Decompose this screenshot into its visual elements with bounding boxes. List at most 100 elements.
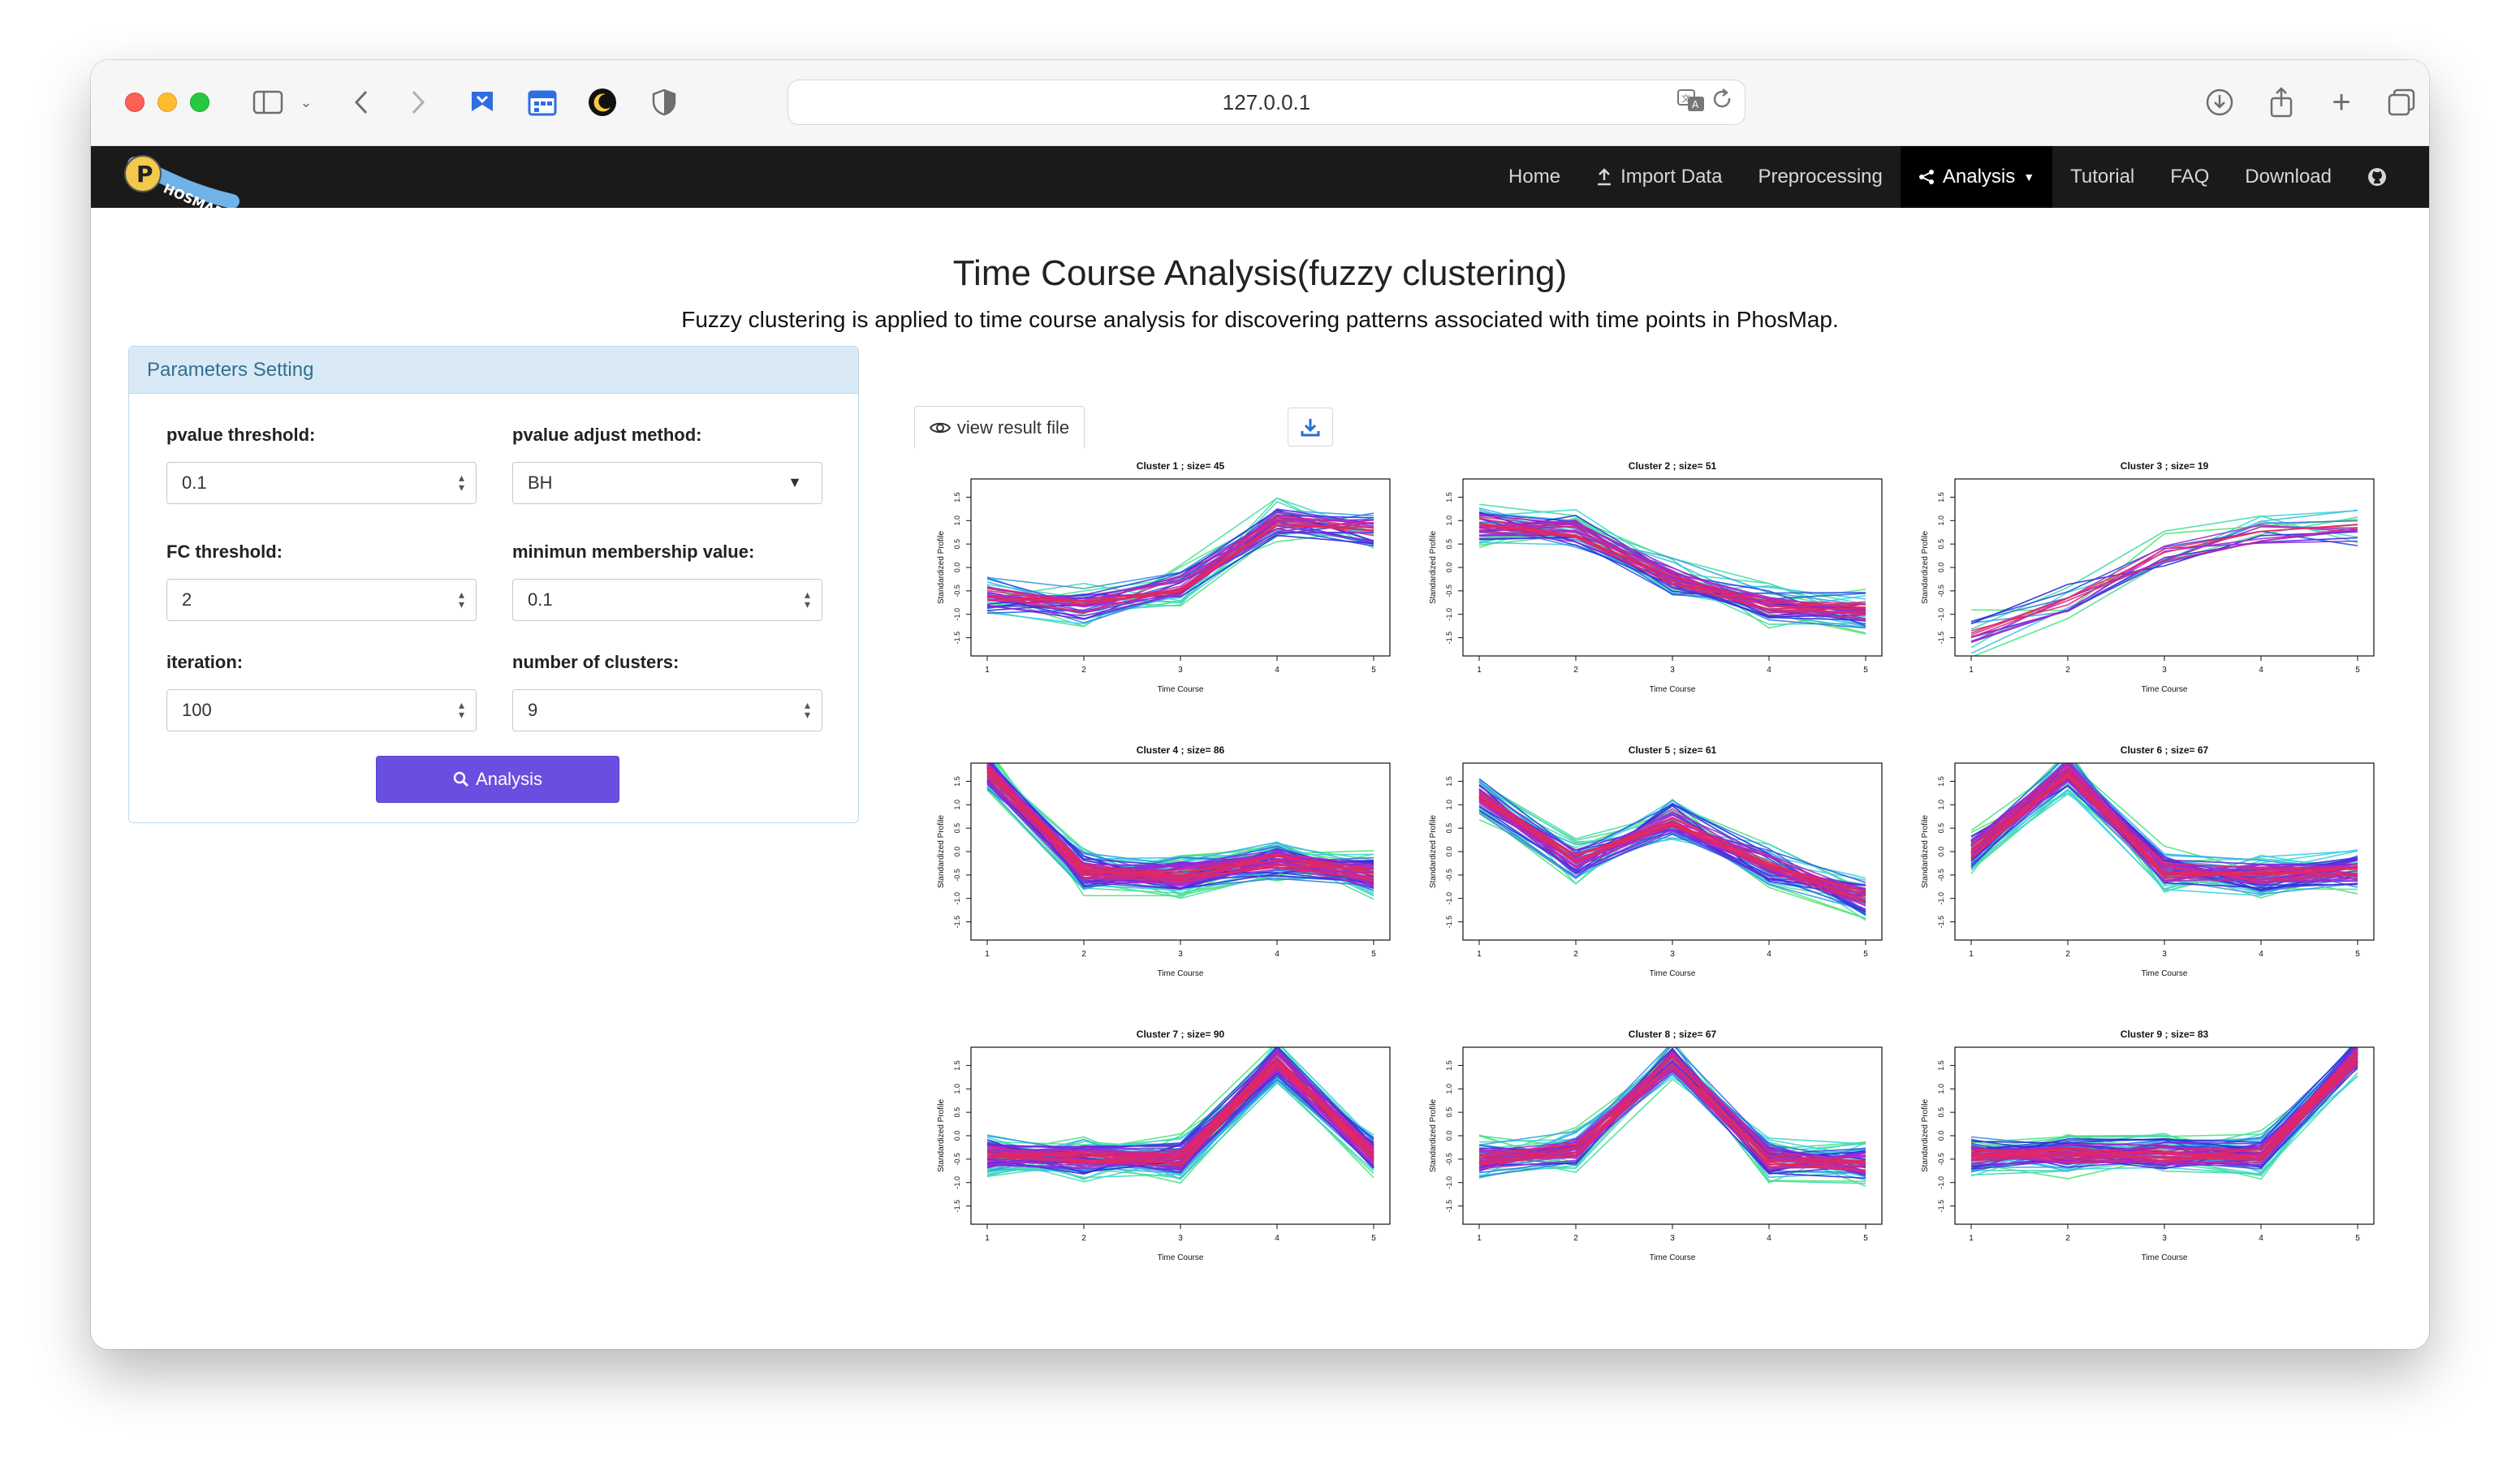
upload-icon [1598, 168, 1612, 186]
eye-icon [929, 422, 951, 433]
pvalue-threshold-input[interactable]: 0.1 ▴ ▾ [166, 462, 477, 504]
y-tick-label: 0.0 [1445, 563, 1453, 573]
fc-threshold-label: FC threshold: [166, 541, 283, 562]
plot-title: Cluster 8 ; size= 67 [1629, 1029, 1717, 1040]
zoom-window-button[interactable] [190, 93, 209, 112]
y-tick-label: 0.0 [953, 1131, 961, 1141]
min-membership-label: minimun membership value: [512, 541, 755, 562]
x-tick-label: 5 [1371, 950, 1376, 959]
reload-icon[interactable] [1712, 88, 1733, 118]
cluster-plot: Cluster 2 ; size= 51 1 2 3 4 5 Time Course -1.5… [1429, 460, 1883, 694]
x-tick-label: 3 [1178, 1234, 1183, 1243]
y-tick-label: -1.0 [953, 1176, 961, 1189]
profile-lines [1478, 503, 1866, 635]
page-content: Time Course Analysis(fuzzy clustering) F… [91, 208, 2429, 1349]
fc-threshold-input[interactable]: 2 ▴ ▾ [166, 579, 477, 621]
x-axis-label: Time Course [2142, 969, 2188, 978]
x-tick-label: 2 [2065, 950, 2070, 959]
profile-line [1970, 526, 2358, 624]
nav-menu: Home Import Data Preprocessing Analysis … [1491, 146, 2405, 208]
back-icon[interactable] [349, 84, 373, 120]
y-tick-label: -1.5 [1937, 632, 1945, 645]
y-tick-label: -0.5 [1445, 585, 1453, 597]
translate-icon[interactable]: 文A [1676, 88, 1706, 118]
svg-text:A: A [1692, 99, 1699, 110]
sidebar-toggle-icon[interactable] [250, 84, 286, 120]
y-tick-label: 1.5 [953, 776, 961, 787]
x-tick-label: 2 [2065, 1234, 2070, 1243]
cluster-plot: Cluster 4 ; size= 86 1 2 3 4 5 Time Course -1.5… [937, 744, 1391, 978]
download-results-button[interactable] [1288, 408, 1333, 446]
forward-icon[interactable] [406, 84, 430, 120]
x-tick-label: 4 [2259, 1234, 2263, 1243]
x-tick-label: 2 [1081, 666, 1086, 675]
min-membership-input[interactable]: 0.1 ▴ ▾ [512, 579, 822, 621]
x-axis-label: Time Course [1650, 969, 1696, 978]
y-tick-label: -1.0 [1937, 892, 1945, 905]
address-bar[interactable]: 127.0.0.1 文A [788, 80, 1745, 125]
y-tick-label: -1.0 [1937, 1176, 1945, 1189]
profile-lines [1970, 1047, 2358, 1180]
svg-text:P: P [136, 161, 153, 188]
bookmark-extension-icon[interactable] [466, 84, 498, 120]
pvalue-adjust-select[interactable]: BH ▼ [512, 462, 822, 504]
y-tick-label: -1.5 [1445, 916, 1453, 929]
analysis-button[interactable]: Analysis [376, 756, 619, 803]
x-tick-label: 1 [985, 1234, 990, 1243]
stepper-icon[interactable]: ▴ ▾ [459, 699, 464, 720]
browser-window: ⌄ 127.0.0.1 文A + P HOSMAP Home Import Da… [91, 60, 2429, 1349]
x-tick-label: 5 [2355, 1234, 2360, 1243]
phosmap-logo[interactable]: P HOSMAP [110, 149, 240, 221]
profile-line [1970, 524, 2358, 636]
x-tick-label: 5 [1371, 1234, 1376, 1243]
nav-preprocessing[interactable]: Preprocessing [1740, 146, 1900, 208]
minimize-window-button[interactable] [158, 93, 177, 112]
num-clusters-input[interactable]: 9 ▴ ▾ [512, 689, 822, 731]
downloads-icon[interactable] [2203, 84, 2236, 120]
profile-lines [1478, 1047, 1866, 1187]
iteration-input[interactable]: 100 ▴ ▾ [166, 689, 477, 731]
x-tick-label: 4 [1275, 950, 1279, 959]
nav-analysis[interactable]: Analysis ▼ [1900, 146, 2053, 208]
close-window-button[interactable] [125, 93, 145, 112]
plot-title: Cluster 7 ; size= 90 [1137, 1029, 1225, 1040]
y-tick-label: -1.0 [1445, 608, 1453, 621]
nav-home[interactable]: Home [1491, 146, 1578, 208]
y-tick-label: 1.5 [1445, 1060, 1453, 1071]
x-tick-label: 3 [2162, 1234, 2167, 1243]
x-tick-label: 2 [2065, 666, 2070, 675]
x-axis-label: Time Course [1158, 969, 1204, 978]
new-tab-icon[interactable]: + [2325, 84, 2358, 120]
stepper-icon[interactable]: ▴ ▾ [459, 472, 464, 493]
stepper-icon[interactable]: ▴ ▾ [459, 589, 464, 610]
y-tick-label: -0.5 [1937, 1153, 1945, 1166]
chevron-down-icon[interactable]: ⌄ [296, 84, 317, 120]
y-tick-label: 0.5 [1937, 823, 1945, 834]
nav-import-data[interactable]: Import Data [1578, 146, 1740, 208]
y-tick-label: 1.5 [953, 1060, 961, 1071]
x-tick-label: 3 [1670, 666, 1675, 675]
y-axis-label: Standardized Profile [937, 531, 946, 604]
night-mode-icon[interactable] [586, 84, 619, 120]
calendar-extension-icon[interactable] [526, 84, 559, 120]
share-icon[interactable] [2265, 84, 2298, 120]
y-axis-label: Standardized Profile [1921, 531, 1930, 604]
stepper-icon[interactable]: ▴ ▾ [805, 589, 810, 610]
profile-line [1972, 516, 2358, 656]
x-axis-label: Time Course [1650, 1253, 1696, 1262]
nav-faq[interactable]: FAQ [2152, 146, 2227, 208]
x-tick-label: 3 [1178, 666, 1183, 675]
nav-download[interactable]: Download [2227, 146, 2350, 208]
stepper-icon[interactable]: ▴ ▾ [805, 699, 810, 720]
tab-overview-icon[interactable] [2385, 84, 2418, 120]
y-axis-label: Standardized Profile [1429, 815, 1438, 888]
num-clusters-label: number of clusters: [512, 652, 680, 672]
tab-view-result-file[interactable]: view result file [914, 406, 1085, 448]
y-tick-label: 0.0 [1937, 847, 1945, 857]
y-tick-label: 1.0 [953, 1084, 961, 1094]
github-icon[interactable] [2350, 146, 2405, 208]
nav-tutorial[interactable]: Tutorial [2052, 146, 2152, 208]
download-icon [1301, 419, 1320, 437]
x-tick-label: 1 [1477, 1234, 1482, 1243]
shield-icon[interactable] [648, 84, 680, 120]
